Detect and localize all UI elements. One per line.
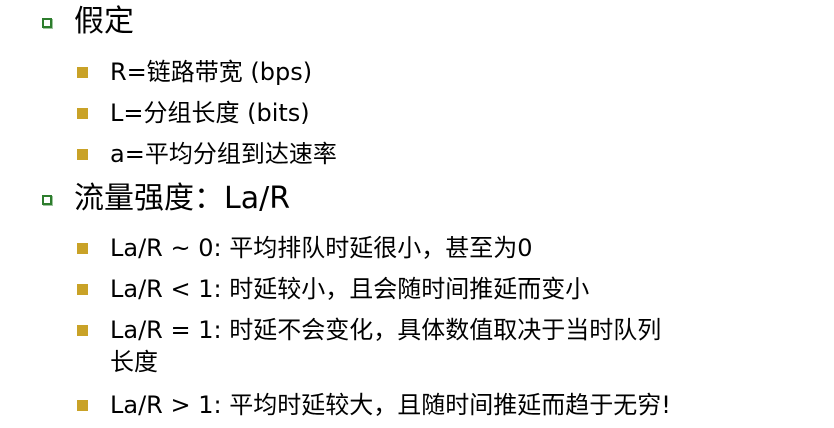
level2-bullet: [77, 400, 88, 411]
bullet-a: a=平均分组到达速率: [110, 140, 337, 168]
bullet-R: R=链路带宽 (bps): [110, 58, 313, 86]
level2-bullet: [77, 325, 88, 336]
bullet-la-r-zero: La/R ~ 0: 平均排队时延很小，甚至为0: [110, 234, 533, 262]
level2-bullet: [77, 284, 88, 295]
level2-bullet: [77, 149, 88, 160]
bullet-la-r-equal-one-continued: 长度: [110, 348, 158, 376]
level1-bullet: [42, 195, 52, 205]
bullet-la-r-equal-one: La/R = 1: 时延不会变化，具体数值取决于当时队列: [110, 316, 662, 344]
level2-bullet: [77, 67, 88, 78]
bullet-la-r-greater-one: La/R > 1: 平均时延较大，且随时间推延而趋于无穷!: [110, 391, 671, 419]
bullet-L: L=分组长度 (bits): [110, 99, 310, 127]
level1-bullet: [42, 18, 52, 28]
slide: 假定 R=链路带宽 (bps) L=分组长度 (bits) a=平均分组到达速率…: [0, 0, 834, 428]
heading-assumptions: 假定: [74, 4, 134, 39]
bullet-la-r-less-one: La/R < 1: 时延较小，且会随时间推延而变小: [110, 275, 590, 303]
level2-bullet: [77, 108, 88, 119]
level2-bullet: [77, 243, 88, 254]
heading-traffic-intensity: 流量强度：La/R: [74, 181, 291, 216]
